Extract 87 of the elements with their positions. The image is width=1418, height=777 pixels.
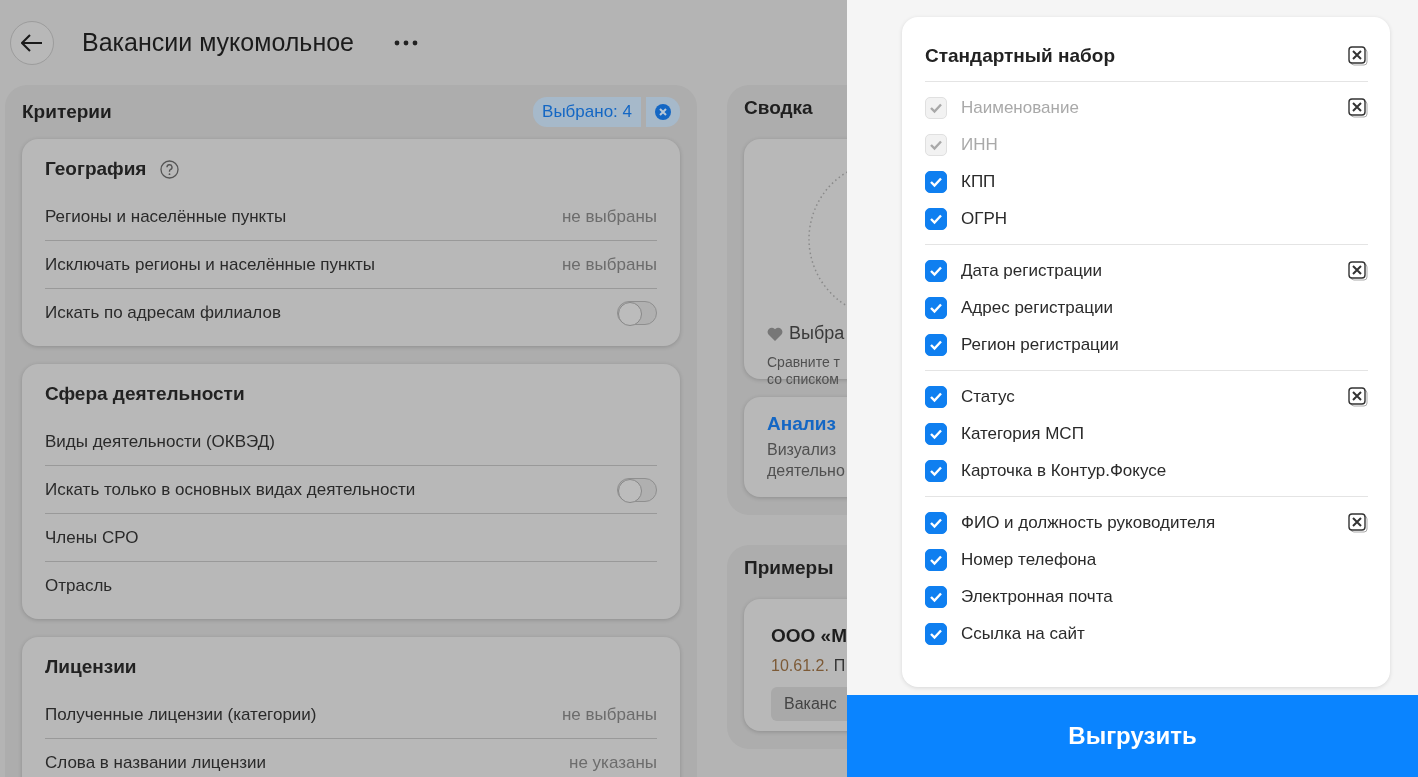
option-value: не выбраны (561, 206, 657, 227)
checkbox[interactable] (925, 385, 947, 408)
toggle-switch[interactable] (617, 477, 657, 502)
field-label: ФИО и должность руководителя (961, 512, 1216, 533)
check-icon (929, 212, 943, 225)
checkbox[interactable] (925, 333, 947, 356)
field-label: Регион регистрации (961, 334, 1119, 355)
checkbox[interactable] (925, 207, 947, 230)
section-title: Сфера деятельности (45, 383, 245, 405)
field-label: Наименование (961, 97, 1079, 118)
check-icon (929, 590, 943, 603)
okved-code: 10.61.2. (771, 657, 829, 675)
close-icon (655, 104, 671, 120)
remove-group-button[interactable] (1348, 260, 1368, 281)
criteria-option[interactable]: Виды деятельности (ОКВЭД) (45, 431, 275, 452)
field-label: ОГРН (961, 208, 1008, 229)
close-icon (1348, 386, 1368, 407)
checkbox[interactable] (925, 511, 947, 534)
remove-group-button[interactable] (1348, 97, 1368, 118)
check-icon (929, 264, 943, 277)
arrow-left-icon (21, 33, 43, 52)
check-icon (929, 301, 943, 314)
heart-icon (767, 326, 783, 341)
close-icon (1348, 97, 1368, 118)
criteria-option[interactable]: Искать по адресам филиалов (45, 302, 281, 323)
check-icon (929, 390, 943, 403)
close-icon (1348, 46, 1368, 66)
toggle-switch[interactable] (617, 300, 657, 325)
checkbox[interactable] (925, 422, 947, 445)
check-icon (929, 338, 943, 351)
check-icon (929, 464, 943, 477)
criteria-option[interactable]: Искать только в основных видах деятельности (45, 479, 416, 500)
criteria-option[interactable]: Исключать регионы и населённые пункты (45, 254, 376, 275)
panel-title: Критерии (22, 101, 112, 123)
criteria-option[interactable]: Регионы и населённые пункты (45, 206, 287, 227)
export-button[interactable]: Выгрузить (847, 695, 1418, 777)
checkbox[interactable] (925, 585, 947, 608)
checkbox[interactable] (925, 459, 947, 482)
section-title: География (45, 158, 147, 180)
check-icon (929, 427, 943, 440)
criteria-option[interactable]: Полученные лицензии (категории) (45, 704, 317, 725)
checkbox[interactable] (925, 622, 947, 645)
checkbox[interactable] (925, 170, 947, 193)
field-label: ИНН (961, 134, 998, 155)
company-name: ООО «М (771, 625, 847, 647)
checkbox[interactable] (925, 296, 947, 319)
field-label: Адрес регистрации (961, 297, 1113, 318)
close-icon (1348, 260, 1368, 281)
favorites-description: Сравните т со списком (767, 354, 841, 388)
criteria-option[interactable]: Слова в названии лицензии (45, 752, 267, 773)
clear-button[interactable] (646, 97, 680, 127)
panel-title: Примеры (744, 557, 835, 580)
field-label: Дата регистрации (961, 260, 1102, 281)
panel-title: Сводка (744, 97, 814, 120)
criteria-option[interactable]: Члены СРО (45, 527, 139, 548)
field-label: Ссылка на сайт (961, 623, 1085, 644)
close-icon (1348, 512, 1368, 533)
option-value: не выбраны (561, 704, 657, 725)
remove-group-button[interactable] (1348, 512, 1368, 533)
check-icon (929, 101, 943, 114)
option-value: не указаны (569, 752, 657, 773)
analysis-description: Визуализ деятельно (767, 440, 846, 481)
field-label: Категория МСП (961, 423, 1084, 444)
field-label: Карточка в Контур.Фокусе (961, 460, 1167, 481)
remove-group-button[interactable] (1348, 386, 1368, 407)
checkbox[interactable] (925, 259, 947, 282)
field-set-title: Стандартный набор (925, 45, 1115, 67)
checkbox[interactable] (925, 548, 947, 571)
check-icon (929, 175, 943, 188)
check-icon (929, 627, 943, 640)
criteria-option[interactable]: Отрасль (45, 575, 113, 596)
back-button[interactable] (10, 20, 54, 65)
check-icon (929, 516, 943, 529)
vacancy-tag: Ваканс (771, 687, 847, 721)
field-label: Статус (961, 386, 1015, 407)
remove-group-button[interactable] (1348, 46, 1368, 66)
section-title: Лицензии (45, 656, 137, 678)
check-icon (929, 553, 943, 566)
field-label: Электронная почта (961, 586, 1113, 607)
page-title: Вакансии мукомольное (82, 28, 354, 57)
check-icon (929, 138, 943, 151)
option-value: не выбраны (561, 254, 657, 275)
favorites-label: Выбра (789, 323, 845, 344)
more-icon (394, 39, 418, 46)
field-label: КПП (961, 171, 996, 192)
field-label: Номер телефона (961, 549, 1097, 570)
okved-text: П (833, 657, 846, 675)
